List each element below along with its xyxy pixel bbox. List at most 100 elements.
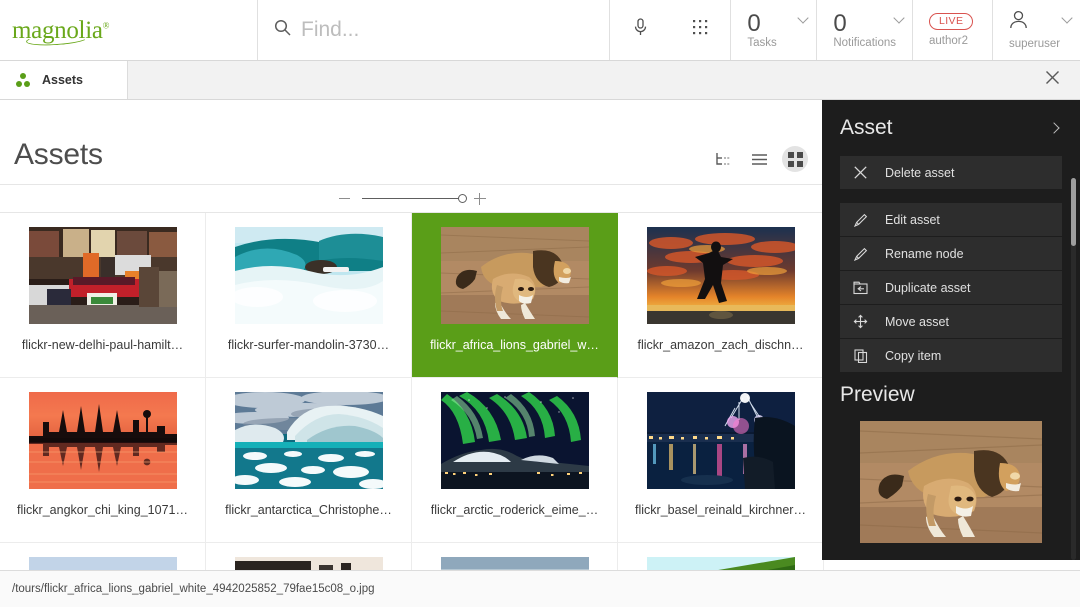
asset-tile[interactable]: flickr-surfer-mandolin-3730… (206, 213, 412, 378)
global-search[interactable]: Find... (258, 0, 610, 60)
asset-tile-selected[interactable]: flickr_africa_lions_gabriel_w… (412, 213, 618, 378)
move-asset-action[interactable]: Move asset (840, 305, 1062, 338)
user-label: superuser (1009, 38, 1060, 50)
asset-thumbnail (441, 557, 589, 570)
asset-thumbnail (647, 392, 795, 489)
actions-divider (822, 190, 1080, 203)
panel-title: Asset (840, 116, 893, 140)
asset-tile[interactable] (618, 543, 824, 570)
asset-tile[interactable]: flickr-new-delhi-paul-hamilt… (0, 213, 206, 378)
asset-thumbnail (441, 392, 589, 489)
delete-asset-action[interactable]: Delete asset (840, 156, 1062, 189)
notifications-indicator[interactable]: 0 Notifications (816, 0, 912, 60)
status-badge: LIVE (929, 13, 973, 30)
voice-search-button[interactable] (610, 0, 670, 60)
zoom-in-icon[interactable] (474, 193, 486, 205)
instance-label: author2 (929, 35, 968, 47)
asset-tile[interactable]: flickr_basel_reinald_kirchner… (618, 378, 824, 543)
rename-node-action[interactable]: Rename node (840, 237, 1062, 270)
action-label: Edit asset (885, 213, 940, 227)
status-bar: /tours/flickr_africa_lions_gabriel_white… (0, 570, 1080, 607)
panel-scrollbar-thumb[interactable] (1071, 178, 1076, 246)
asset-label: flickr_antarctica_Christophe… (225, 503, 392, 517)
asset-label: flickr-surfer-mandolin-3730… (228, 338, 389, 352)
tab-assets[interactable]: Assets (0, 61, 128, 99)
asset-tile[interactable] (206, 543, 412, 570)
asset-thumbnail (29, 227, 177, 324)
asset-preview-image (860, 421, 1042, 543)
grid-view-button[interactable] (782, 146, 808, 172)
search-input[interactable]: Find... (301, 18, 359, 42)
asset-tile[interactable]: flickr_amazon_zach_dischn… (618, 213, 824, 378)
action-label: Delete asset (885, 166, 954, 180)
asset-tile[interactable] (0, 543, 206, 570)
asset-thumbnail (647, 227, 795, 324)
view-mode-toggles (710, 146, 808, 172)
user-menu[interactable]: superuser (992, 0, 1080, 60)
zoom-out-icon[interactable] (339, 198, 350, 200)
primary-actions: Delete asset (840, 156, 1062, 189)
asset-label: flickr_africa_lions_gabriel_w… (430, 338, 599, 352)
slider-track[interactable] (362, 198, 462, 200)
action-label: Copy item (885, 349, 941, 363)
assets-content: Assets (0, 100, 824, 570)
chevron-down-icon[interactable] (1061, 12, 1072, 23)
close-tab-button[interactable] (1024, 61, 1080, 99)
asset-thumbnail (29, 392, 177, 489)
preview-section-title: Preview (822, 373, 1080, 407)
asset-thumbnail (235, 392, 383, 489)
asset-thumbnail (29, 557, 177, 570)
thumbnail-size-slider[interactable] (0, 184, 824, 213)
copy-icon (852, 349, 869, 363)
search-icon (274, 19, 291, 41)
asset-tile[interactable] (412, 543, 618, 570)
action-label: Duplicate asset (885, 281, 970, 295)
tab-label: Assets (42, 73, 83, 87)
app-launcher-button[interactable] (670, 0, 730, 60)
notifications-count: 0 (833, 11, 896, 36)
asset-label: flickr_angkor_chi_king_1071… (17, 503, 188, 517)
asset-tile[interactable]: flickr_arctic_roderick_eime_… (412, 378, 618, 543)
tasks-count: 0 (747, 11, 800, 36)
duplicate-icon (852, 281, 869, 295)
notifications-label: Notifications (833, 37, 896, 49)
asset-label: flickr_basel_reinald_kirchner… (635, 503, 806, 517)
chevron-right-icon[interactable] (1048, 122, 1059, 133)
page-title-row: Assets (0, 100, 824, 184)
asset-label: flickr_amazon_zach_dischn… (637, 338, 803, 352)
duplicate-asset-action[interactable]: Duplicate asset (840, 271, 1062, 304)
selected-asset-path: /tours/flickr_africa_lions_gabriel_white… (12, 583, 375, 595)
tasks-indicator[interactable]: 0 Tasks (730, 0, 816, 60)
slider-handle[interactable] (458, 194, 467, 203)
close-x-icon (852, 166, 869, 179)
asset-tile[interactable]: flickr_antarctica_Christophe… (206, 378, 412, 543)
tree-view-button[interactable] (710, 146, 736, 172)
tab-bar: Assets (0, 61, 1080, 100)
microphone-icon (633, 18, 648, 42)
secondary-actions: Edit asset Rename node (840, 203, 1062, 372)
panel-header: Asset (822, 100, 1080, 156)
asset-label: flickr-new-delhi-paul-hamilt… (22, 338, 183, 352)
magnolia-dots-icon (16, 73, 32, 87)
pencil-icon (852, 213, 869, 227)
pencil-icon (852, 247, 869, 261)
asset-grid: flickr-new-delhi-paul-hamilt… (0, 213, 824, 570)
asset-tile[interactable]: flickr_angkor_chi_king_1071… (0, 378, 206, 543)
edit-asset-action[interactable]: Edit asset (840, 203, 1062, 236)
magnolia-assets-app: magnolia® Find... (0, 0, 1080, 607)
magnolia-logo[interactable]: magnolia® (0, 0, 258, 60)
asset-thumbnail (235, 227, 383, 324)
app-header: magnolia® Find... (0, 0, 1080, 61)
panel-scrollbar[interactable] (1071, 178, 1076, 560)
logo-registered-mark: ® (103, 20, 110, 30)
asset-label: flickr_arctic_roderick_eime_… (431, 503, 598, 517)
user-avatar-icon (1009, 10, 1028, 35)
asset-detail-panel: Asset Delete asset (822, 100, 1080, 560)
copy-item-action[interactable]: Copy item (840, 339, 1062, 372)
list-view-button[interactable] (746, 146, 772, 172)
page-title: Assets (14, 138, 103, 184)
app-grid-icon (693, 20, 708, 40)
logo-wordmark: magnolia® (12, 18, 109, 43)
close-icon (1046, 71, 1059, 89)
asset-thumbnail (647, 557, 795, 570)
